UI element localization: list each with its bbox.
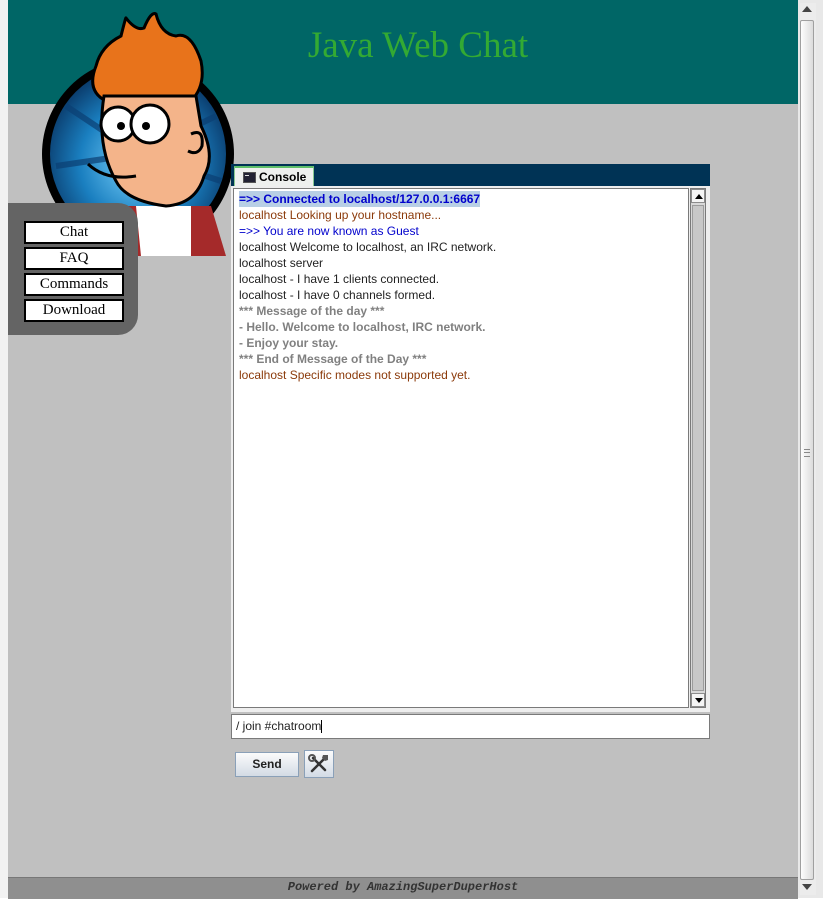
terminal-icon [243, 172, 256, 183]
page-scrollbar[interactable] [798, 0, 823, 898]
message-input-value: / join #chatroom [236, 719, 322, 733]
nav-panel: Chat FAQ Commands Download [8, 203, 138, 335]
site-title: Java Web Chat [307, 25, 529, 66]
console-line: - Hello. Welcome to localhost, IRC netwo… [239, 320, 486, 334]
tab-strip: Console [231, 164, 710, 186]
message-input[interactable]: / join #chatroom [231, 714, 710, 739]
grip-icon [804, 449, 810, 457]
tools-icon [308, 754, 328, 773]
text-caret [321, 720, 323, 734]
console-line: localhost Looking up your hostname... [239, 208, 442, 222]
footer-text: Powered by AmazingSuperDuperHost [287, 880, 519, 894]
page-scroll-down-icon[interactable] [802, 884, 812, 890]
tab-console[interactable]: Console [234, 166, 314, 186]
page: Java Web Chat Chat FAQ Commands Download… [8, 0, 798, 899]
tab-console-label: Console [259, 170, 307, 184]
send-button[interactable]: Send [235, 752, 299, 777]
chat-applet: Console =>> Connected to localhost/127.0… [231, 164, 710, 740]
console-scrollbar[interactable] [690, 188, 706, 708]
nav-item-chat[interactable]: Chat [24, 221, 124, 244]
console-line: localhost - I have 1 clients connected. [239, 272, 440, 286]
console-line: localhost Welcome to localhost, an IRC n… [239, 240, 497, 254]
scroll-up-arrow-icon[interactable] [691, 189, 705, 203]
nav-item-download[interactable]: Download [24, 299, 124, 322]
page-scroll-thumb[interactable] [800, 20, 814, 880]
console-line: localhost - I have 0 channels formed. [239, 288, 436, 302]
scroll-down-arrow-icon[interactable] [691, 693, 705, 707]
nav-item-faq[interactable]: FAQ [24, 247, 124, 270]
tools-button[interactable] [304, 750, 334, 778]
console-line: =>> Connected to localhost/127.0.0.1:666… [239, 191, 481, 207]
console-line: *** End of Message of the Day *** [239, 352, 427, 366]
console-scroll-thumb[interactable] [692, 205, 704, 691]
console-output[interactable]: =>> Connected to localhost/127.0.0.1:666… [233, 188, 689, 708]
page-scroll-up-icon[interactable] [802, 6, 812, 12]
nav-item-commands[interactable]: Commands [24, 273, 124, 296]
console-line: - Enjoy your stay. [239, 336, 339, 350]
console-line: localhost Specific modes not supported y… [239, 368, 471, 382]
console-panel: =>> Connected to localhost/127.0.0.1:666… [231, 186, 710, 712]
footer: Powered by AmazingSuperDuperHost [8, 877, 798, 899]
console-line: =>> You are now known as Guest [239, 224, 419, 238]
console-line: *** Message of the day *** [239, 304, 385, 318]
window-left-edge [0, 0, 8, 898]
console-line: localhost server [239, 256, 324, 270]
